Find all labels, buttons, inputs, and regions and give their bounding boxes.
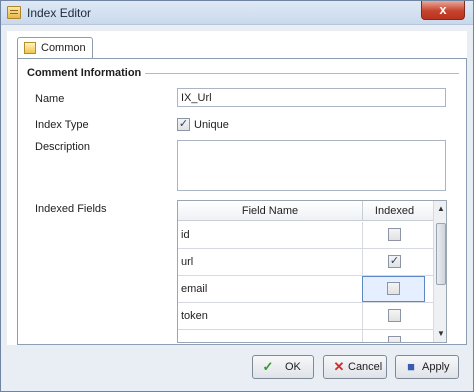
field-name-cell: url <box>181 256 194 268</box>
index-editor-app-icon <box>7 6 21 19</box>
scroll-up-icon[interactable]: ▲ <box>437 204 445 213</box>
scroll-down-icon[interactable]: ▼ <box>437 329 445 338</box>
indexed-checkbox[interactable] <box>387 282 400 295</box>
table-row[interactable]: id <box>178 222 434 249</box>
field-name-cell: email <box>181 283 208 295</box>
table-row[interactable]: email <box>178 276 434 303</box>
apply-label: Apply <box>422 361 450 373</box>
title-bar[interactable]: Index Editor x <box>1 1 473 25</box>
field-name-cell: token <box>181 310 208 322</box>
checkmark-icon: ✓ <box>389 255 400 267</box>
indexed-fields-grid: Field Name Indexed id url ✓ email token <box>177 200 447 343</box>
ok-button[interactable]: ✓ OK <box>252 355 314 379</box>
name-label: Name <box>35 93 65 105</box>
scroll-thumb[interactable] <box>436 223 446 285</box>
indexed-cell <box>362 303 425 329</box>
close-icon: x <box>439 2 447 17</box>
indexed-cell <box>362 222 425 248</box>
table-row[interactable]: url ✓ <box>178 249 434 276</box>
index-type-label: Index Type <box>35 119 89 131</box>
page-icon <box>24 42 36 54</box>
table-row[interactable]: token <box>178 303 434 330</box>
index-editor-window: Index Editor x Common Comment Informatio… <box>0 0 474 392</box>
header-field-name[interactable]: Field Name <box>178 205 362 217</box>
header-indexed[interactable]: Indexed <box>363 205 426 217</box>
section-title: Comment Information <box>27 67 142 79</box>
cross-icon: ✕ <box>333 359 345 374</box>
indexed-checkbox[interactable] <box>388 228 401 241</box>
checkmark-icon: ✓ <box>178 118 189 130</box>
table-row-partial[interactable] <box>178 330 434 342</box>
cancel-label: Cancel <box>348 361 383 373</box>
cancel-button[interactable]: ✕ Cancel <box>323 355 387 379</box>
save-disk-icon: ■ <box>407 359 415 374</box>
indexed-checkbox[interactable] <box>388 336 401 342</box>
apply-button[interactable]: ■ Apply <box>395 355 459 379</box>
grid-scrollbar[interactable]: ▲ ▼ <box>433 201 446 342</box>
section-divider <box>145 73 459 74</box>
close-button[interactable]: x <box>421 1 465 20</box>
indexed-cell-selected <box>362 276 425 302</box>
description-input[interactable] <box>177 140 446 191</box>
name-input[interactable] <box>177 88 446 107</box>
indexed-checkbox[interactable] <box>388 309 401 322</box>
unique-checkbox[interactable]: ✓ <box>177 118 190 131</box>
field-name-cell: id <box>181 229 190 241</box>
tab-common-label: Common <box>41 42 86 54</box>
grid-header: Field Name Indexed <box>178 201 434 221</box>
ok-label: OK <box>285 361 301 373</box>
indexed-fields-label: Indexed Fields <box>35 203 107 215</box>
indexed-checkbox[interactable]: ✓ <box>388 255 401 268</box>
window-title: Index Editor <box>27 6 92 20</box>
tab-common[interactable]: Common <box>17 37 93 59</box>
unique-label: Unique <box>194 119 229 131</box>
checkmark-icon: ✓ <box>262 359 274 374</box>
description-label: Description <box>35 141 91 153</box>
indexed-cell: ✓ <box>362 249 425 275</box>
indexed-cell <box>362 330 425 342</box>
